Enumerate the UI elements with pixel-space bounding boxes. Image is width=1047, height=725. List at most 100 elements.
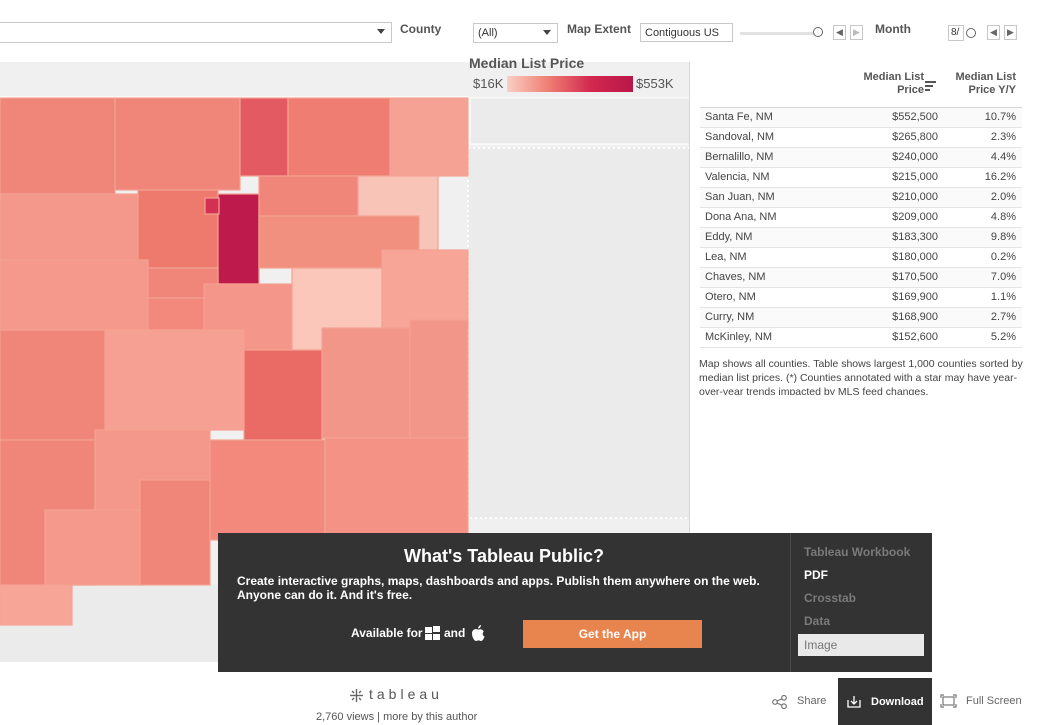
price-cell: $183,300 bbox=[892, 231, 938, 243]
county-mckinley[interactable] bbox=[0, 193, 139, 261]
download-option-crosstab[interactable]: Crosstab bbox=[804, 591, 856, 605]
tableau-logo-icon bbox=[350, 689, 363, 702]
county-dona-ana[interactable] bbox=[139, 479, 211, 586]
table-row[interactable]: San Juan, NM $210,000 2.0% bbox=[700, 188, 1022, 208]
county-curry[interactable] bbox=[409, 319, 469, 441]
legend-color-bar bbox=[507, 76, 633, 92]
county-santa-fe[interactable] bbox=[217, 193, 260, 285]
share-button[interactable]: Share bbox=[797, 695, 826, 707]
download-option-data[interactable]: Data bbox=[804, 614, 830, 628]
map-extent-value[interactable]: Contiguous US bbox=[640, 23, 733, 42]
extent-next-button[interactable]: ▶ bbox=[850, 25, 863, 40]
county-name-cell: Otero, NM bbox=[705, 291, 756, 303]
yy-change-cell: 2.3% bbox=[990, 131, 1016, 143]
county-chaves[interactable] bbox=[209, 439, 326, 541]
price-cell: $170,500 bbox=[892, 271, 938, 283]
price-cell: $552,500 bbox=[892, 111, 938, 123]
more-by-author-link[interactable]: more by this author bbox=[383, 711, 477, 723]
table-row[interactable]: Chaves, NM $170,500 7.0% bbox=[700, 268, 1022, 288]
county-luna[interactable] bbox=[44, 509, 141, 586]
fullscreen-icon[interactable] bbox=[940, 694, 957, 708]
county-colfax[interactable] bbox=[287, 97, 391, 177]
county-hidalgo[interactable] bbox=[0, 584, 73, 626]
map-extent-slider[interactable] bbox=[740, 32, 815, 35]
oklahoma-region bbox=[469, 97, 689, 145]
table-row[interactable]: McKinley, NM $152,600 5.2% bbox=[700, 328, 1022, 348]
table-header: Median List Price Median List Price Y/Y bbox=[700, 68, 1022, 108]
county-cibola[interactable] bbox=[0, 259, 149, 331]
table-row[interactable]: Santa Fe, NM $552,500 10.7% bbox=[700, 108, 1022, 128]
table-row[interactable]: Lea, NM $180,000 0.2% bbox=[700, 248, 1022, 268]
yy-change-cell: 10.7% bbox=[984, 111, 1016, 123]
county-price-table: Median List Price Median List Price Y/Y … bbox=[700, 68, 1022, 348]
get-the-app-button[interactable]: Get the App bbox=[523, 620, 702, 648]
price-cell: $265,800 bbox=[892, 131, 938, 143]
price-cell: $152,600 bbox=[892, 331, 938, 343]
filter-bar: County (All) Map Extent Contiguous US ◀ … bbox=[0, 0, 1047, 62]
sort-icon[interactable] bbox=[925, 81, 936, 91]
county-name-cell: Chaves, NM bbox=[705, 271, 766, 283]
table-row[interactable]: Bernalillo, NM $240,000 4.4% bbox=[700, 148, 1022, 168]
month-next-button[interactable]: ▶ bbox=[1004, 25, 1017, 40]
yy-change-cell: 5.2% bbox=[990, 331, 1016, 343]
download-option-pdf[interactable]: PDF bbox=[804, 568, 828, 582]
county-lincoln[interactable] bbox=[243, 349, 323, 441]
download-option-workbook[interactable]: Tableau Workbook bbox=[804, 545, 910, 559]
table-row[interactable]: Dona Ana, NM $209,000 4.8% bbox=[700, 208, 1022, 228]
fullscreen-button[interactable]: Full Screen bbox=[966, 695, 1022, 707]
table-row[interactable]: Otero, NM $169,900 1.1% bbox=[700, 288, 1022, 308]
price-cell: $168,900 bbox=[892, 311, 938, 323]
county-valencia[interactable] bbox=[147, 297, 205, 331]
windows-icon bbox=[425, 626, 441, 641]
popup-description: Create interactive graphs, maps, dashboa… bbox=[237, 574, 760, 602]
county-roosevelt[interactable] bbox=[324, 437, 469, 539]
price-cell: $215,000 bbox=[892, 171, 938, 183]
county-catron[interactable] bbox=[0, 329, 106, 441]
county-name-cell: Sandoval, NM bbox=[705, 131, 775, 143]
county-taos[interactable] bbox=[239, 97, 289, 177]
download-button[interactable]: Download bbox=[838, 678, 932, 725]
yy-change-cell: 4.4% bbox=[990, 151, 1016, 163]
table-row[interactable]: Eddy, NM $183,300 9.8% bbox=[700, 228, 1022, 248]
county-rio-arriba[interactable] bbox=[114, 97, 241, 191]
table-footnote: Map shows all counties. Table shows larg… bbox=[699, 358, 1023, 395]
county-quay[interactable] bbox=[381, 249, 469, 329]
map-extent-slider-handle[interactable] bbox=[813, 27, 823, 37]
tableau-logo[interactable]: tableau bbox=[369, 686, 443, 702]
table-body: Santa Fe, NM $552,500 10.7% Sandoval, NM $26… bbox=[700, 108, 1022, 348]
legend-title: Median List Price bbox=[469, 55, 585, 71]
county-mora[interactable] bbox=[258, 175, 364, 217]
month-prev-button[interactable]: ◀ bbox=[987, 25, 1000, 40]
share-icon[interactable] bbox=[772, 695, 788, 709]
county-de-baca[interactable] bbox=[321, 327, 411, 439]
col-header-yy[interactable]: Median List Price Y/Y bbox=[944, 71, 1016, 97]
county-dropdown[interactable]: (All) bbox=[473, 23, 558, 43]
county-socorro[interactable] bbox=[104, 329, 245, 431]
county-name-cell: San Juan, NM bbox=[705, 191, 775, 203]
county-san-juan[interactable] bbox=[0, 97, 116, 195]
county-union[interactable] bbox=[389, 97, 469, 177]
download-option-image[interactable]: Image bbox=[798, 634, 924, 656]
map-extent-label: Map Extent bbox=[567, 22, 632, 36]
state-dropdown[interactable] bbox=[0, 22, 392, 43]
county-name-cell: Curry, NM bbox=[705, 311, 755, 323]
county-dropdown-value: (All) bbox=[478, 27, 498, 39]
county-los-alamos[interactable] bbox=[204, 197, 220, 215]
month-value[interactable]: 8/ bbox=[948, 25, 964, 41]
yy-change-cell: 16.2% bbox=[984, 171, 1016, 183]
extent-prev-button[interactable]: ◀ bbox=[833, 25, 846, 40]
and-label: and bbox=[444, 626, 466, 640]
yy-change-cell: 0.2% bbox=[990, 251, 1016, 263]
month-slider-handle[interactable] bbox=[966, 28, 976, 38]
county-name-cell: Lea, NM bbox=[705, 251, 747, 263]
texas-region bbox=[467, 147, 689, 519]
table-row[interactable]: Curry, NM $168,900 2.7% bbox=[700, 308, 1022, 328]
table-row[interactable]: Sandoval, NM $265,800 2.3% bbox=[700, 128, 1022, 148]
view-count-line: 2,760 views | more by this author bbox=[316, 711, 477, 723]
download-label: Download bbox=[871, 696, 924, 708]
legend-max: $553K bbox=[636, 76, 674, 91]
county-name-cell: McKinley, NM bbox=[705, 331, 773, 343]
col-header-price[interactable]: Median List Price bbox=[854, 71, 924, 97]
download-icon bbox=[847, 696, 861, 708]
table-row[interactable]: Valencia, NM $215,000 16.2% bbox=[700, 168, 1022, 188]
